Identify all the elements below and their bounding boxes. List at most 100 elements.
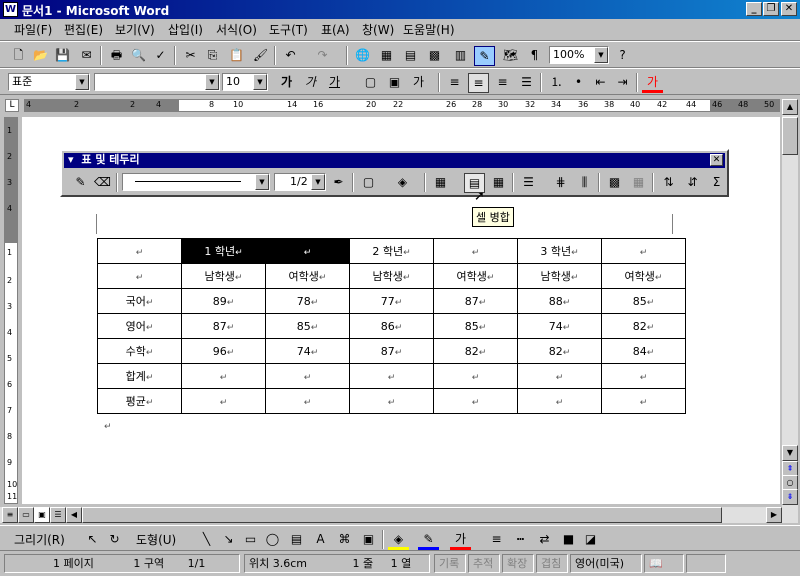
table-cell[interactable]: 국어↵ [97, 288, 182, 314]
menu-format[interactable]: 서식(O) [216, 22, 257, 38]
increase-indent-icon[interactable]: ⇥ [612, 73, 633, 93]
status-ovr[interactable]: 겹침 [536, 554, 568, 573]
table-cell[interactable]: 합계↵ [97, 363, 182, 389]
show-hide-icon[interactable]: ¶ [524, 46, 545, 66]
text-direction-icon[interactable]: ▦ [628, 173, 649, 193]
vertical-scrollbar[interactable]: ▲ ▼ ⇞ ○ ⇟ [782, 99, 798, 507]
line-color-icon[interactable]: ✎ [418, 530, 439, 550]
new-document-icon[interactable]: 🗋 [8, 46, 29, 66]
print-preview-icon[interactable]: 🔍 [128, 46, 149, 66]
table-cell[interactable]: ↵ [433, 238, 518, 264]
table-cell[interactable]: 여학생↵ [601, 263, 686, 289]
free-rotate-icon[interactable]: ↻ [104, 530, 125, 550]
table-cell[interactable]: 3 학년↵ [517, 238, 602, 264]
draw-menu[interactable]: 그리기(R) [14, 531, 65, 548]
bold-button[interactable]: 가 [276, 73, 297, 93]
table-cell[interactable]: ↵ [265, 238, 350, 264]
toolbar-menu-icon[interactable]: ▾ [68, 153, 74, 166]
distribute-columns-icon[interactable]: ⫼ [574, 173, 595, 193]
table-cell[interactable]: 1 학년↵ [181, 238, 266, 264]
numbering-icon[interactable]: ⒈ [546, 73, 567, 93]
table-cell[interactable]: 89↵ [181, 288, 266, 314]
status-rec[interactable]: 기록 [434, 554, 466, 573]
font-size-select[interactable]: 10 ▼ [222, 73, 268, 91]
horizontal-scrollbar[interactable]: ≡ ▭ ▣ ☰ ◀ ▶ [0, 507, 798, 523]
table-cell[interactable]: ↵ [601, 238, 686, 264]
line-icon[interactable]: ╲ [196, 530, 217, 550]
outline-view-icon[interactable]: ☰ [50, 507, 66, 523]
style-select[interactable]: 표준 ▼ [8, 73, 90, 91]
scroll-right-icon[interactable]: ▶ [766, 507, 782, 523]
table-cell[interactable]: 74↵ [265, 338, 350, 364]
drawing-font-color-icon[interactable]: 가 [450, 530, 471, 550]
bullets-icon[interactable]: • [568, 73, 589, 93]
wordart-icon[interactable]: A [310, 530, 331, 550]
menu-tools[interactable]: 도구(T) [269, 22, 308, 38]
oval-icon[interactable]: ◯ [262, 530, 283, 550]
normal-view-icon[interactable]: ≡ [2, 507, 18, 523]
italic-button[interactable]: 가 [300, 73, 321, 93]
web-layout-icon[interactable]: ▭ [18, 507, 34, 523]
arrow-icon[interactable]: ↘ [218, 530, 239, 550]
table-cell[interactable]: 여학생↵ [433, 263, 518, 289]
char-shading-icon[interactable]: ▣ [384, 73, 405, 93]
vertical-ruler[interactable]: 1 2 3 4 1 2 3 4 5 6 7 8 9 10 11 [4, 117, 18, 504]
tables-borders-icon[interactable]: ▦ [376, 46, 397, 66]
table-cell[interactable]: 87↵ [349, 338, 434, 364]
maximize-button[interactable]: ❐ [763, 2, 779, 16]
table-cell[interactable]: ↵ [601, 388, 686, 414]
cut-icon[interactable]: ✂ [180, 46, 201, 66]
menu-file[interactable]: 파일(F) [14, 22, 52, 38]
tables-borders-toolbar[interactable]: ▾ 표 및 테두리 ✕ ✎ ⌫ ▼ 1/2 ▼ ✒ ▢ ◈ ▦ ▤ ▦ ☰ ⋕ ⫼… [60, 149, 729, 197]
undo-icon[interactable]: ↶ [280, 46, 301, 66]
scroll-up-icon[interactable]: ▲ [782, 99, 798, 115]
status-ext[interactable]: 확장 [502, 554, 534, 573]
spelling-icon[interactable]: ✓ [150, 46, 171, 66]
table-cell[interactable]: 86↵ [349, 313, 434, 339]
eraser-icon[interactable]: ⌫ [92, 173, 113, 193]
word-doc-icon[interactable]: W [3, 2, 18, 17]
toolbar-title-bar[interactable]: ▾ 표 및 테두리 ✕ [64, 153, 725, 168]
table-cell[interactable]: 84↵ [601, 338, 686, 364]
menu-edit[interactable]: 편집(E) [64, 22, 103, 38]
scroll-down-icon[interactable]: ▼ [782, 445, 798, 461]
picture-icon[interactable]: ▣ [358, 530, 379, 550]
paste-icon[interactable]: 📋 [226, 46, 247, 66]
copy-icon[interactable]: ⎘ [202, 46, 223, 66]
scroll-thumb[interactable] [782, 117, 798, 155]
score-table[interactable]: ↵ 1 학년↵ ↵ 2 학년↵ ↵ 3 학년↵ ↵ ↵ 남학생↵ 여학생↵ 남학… [97, 238, 686, 414]
next-page-icon[interactable]: ⇟ [782, 489, 798, 505]
menu-table[interactable]: 표(A) [321, 22, 350, 38]
hyperlink-icon[interactable]: 🌐 [352, 46, 373, 66]
format-painter-icon[interactable]: 🖌 [250, 46, 271, 66]
table-cell[interactable]: 82↵ [433, 338, 518, 364]
table-cell[interactable]: 남학생↵ [181, 263, 266, 289]
minimize-button[interactable]: _ [746, 2, 762, 16]
border-color-icon[interactable]: ✒ [328, 173, 349, 193]
table-cell[interactable]: 수학↵ [97, 338, 182, 364]
close-icon[interactable]: ✕ [710, 154, 723, 166]
table-cell[interactable]: ↵ [265, 388, 350, 414]
phonetic-guide-icon[interactable]: 가 [408, 73, 429, 93]
table-cell[interactable]: ↵ [349, 388, 434, 414]
spelling-status-icon[interactable]: 📖 [644, 554, 684, 573]
sort-descending-icon[interactable]: ⇵ [682, 173, 703, 193]
split-cells-icon[interactable]: ▦ [488, 173, 509, 193]
h-scroll-thumb[interactable] [82, 507, 722, 523]
menu-help[interactable]: 도움말(H) [403, 22, 455, 38]
insert-table-icon[interactable]: ▦ [430, 173, 451, 193]
table-cell[interactable]: 여학생↵ [265, 263, 350, 289]
table-cell[interactable]: 88↵ [517, 288, 602, 314]
table-cell[interactable]: ↵ [97, 238, 182, 264]
font-color-button[interactable]: 가 [642, 73, 663, 93]
drawing-icon[interactable]: ✎ [474, 46, 495, 66]
insert-excel-icon[interactable]: ▩ [424, 46, 445, 66]
zoom-select[interactable]: 100% ▼ [549, 46, 609, 64]
font-select[interactable]: ▼ [94, 73, 220, 91]
table-cell[interactable]: 남학생↵ [349, 263, 434, 289]
shadow-icon[interactable]: ■ [558, 530, 579, 550]
select-objects-icon[interactable]: ↖ [82, 530, 103, 550]
email-icon[interactable]: ✉ [76, 46, 97, 66]
document-map-icon[interactable]: 🗺 [500, 46, 521, 66]
table-cell[interactable]: ↵ [517, 388, 602, 414]
